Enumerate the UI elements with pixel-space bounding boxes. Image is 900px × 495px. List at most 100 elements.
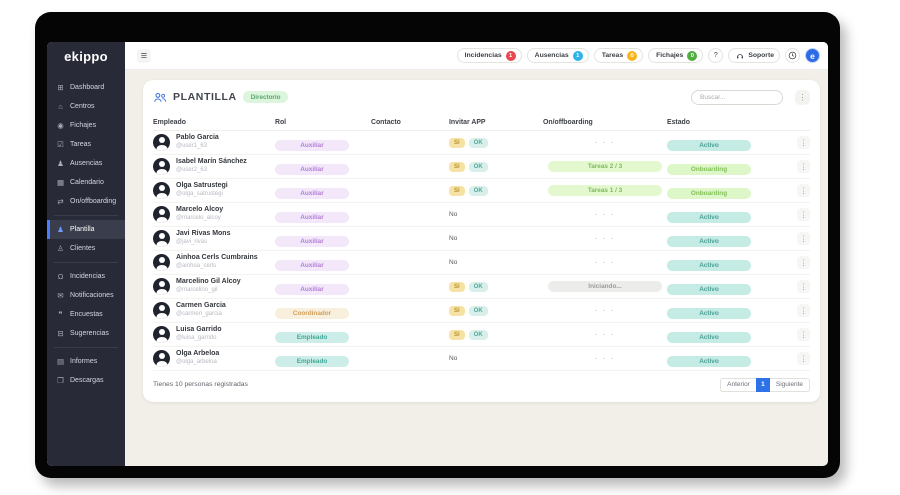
table-row[interactable]: Olga Arbeloa@olga_arbeloaEmpleadoNo- - -… — [153, 347, 810, 371]
encuestas-icon: ❞ — [56, 311, 65, 319]
estado-pill: Activo — [667, 332, 751, 343]
counter-badge: 1 — [573, 51, 583, 61]
sidebar-item-informes[interactable]: ▤Informes — [47, 352, 125, 371]
col-empleado: Empleado — [153, 119, 275, 126]
sidebar-item-incidencias[interactable]: ΩIncidencias — [47, 267, 125, 286]
sidebar: ekippo ⊞Dashboard⌂Centros◉Fichajes☑Tarea… — [47, 42, 125, 466]
sidebar-item-label: On/offboarding — [70, 198, 116, 205]
pagination-page-1[interactable]: 1 — [756, 378, 770, 392]
employee-name: Carmen Garcia — [176, 302, 226, 311]
invitar-ok-badge: OK — [469, 306, 488, 316]
sidebar-item-plantilla[interactable]: ♟Plantilla — [47, 220, 125, 239]
row-menu-button[interactable]: ⋮ — [797, 232, 810, 245]
table-row[interactable]: Javi Rivas Mons@javi_rivasAuxiliarNo- - … — [153, 227, 810, 251]
notificaciones-icon: ✉ — [56, 292, 65, 300]
topbar: ≡ Incidencias1Ausencias1Tareas0Fichajes0… — [125, 42, 828, 70]
table-row[interactable]: Pablo Garcia@user1_63AuxiliarSiOK- - -Ac… — [153, 131, 810, 155]
sidebar-item-calendario[interactable]: ▦Calendario — [47, 173, 125, 192]
incidencias-counter-button[interactable]: Incidencias1 — [457, 48, 522, 63]
employee-username: @olga_satrustegi — [176, 191, 228, 199]
sidebar-item-clientes[interactable]: ♙Clientes — [47, 239, 125, 258]
ekippo-mark-icon: e — [810, 51, 815, 61]
invitar-no-label: No — [449, 211, 457, 218]
pagination-next-button[interactable]: Siguiente — [770, 378, 810, 392]
onoffboarding-empty: - - - — [595, 260, 614, 266]
sidebar-item-descargas[interactable]: ❐Descargas — [47, 371, 125, 390]
row-menu-button[interactable]: ⋮ — [797, 184, 810, 197]
sidebar-item-tareas[interactable]: ☑Tareas — [47, 135, 125, 154]
row-menu-button[interactable]: ⋮ — [797, 304, 810, 317]
employee-names: Javi Rivas Mons@javi_rivas — [176, 230, 230, 246]
app-window: ekippo ⊞Dashboard⌂Centros◉Fichajes☑Tarea… — [47, 42, 828, 466]
page-title: PLANTILLA — [173, 91, 237, 103]
counter-badge: 0 — [687, 51, 697, 61]
row-menu-button[interactable]: ⋮ — [797, 280, 810, 293]
sidebar-item-label: Dashboard — [70, 84, 104, 91]
invitar-app-cell: Si OK — [449, 306, 543, 316]
sidebar-item-fichajes[interactable]: ◉Fichajes — [47, 116, 125, 135]
sidebar-item-label: Descargas — [70, 377, 103, 384]
employee-cell: Pablo Garcia@user1_63 — [153, 134, 275, 151]
table-row[interactable]: Marcelo Alcoy@marcelo_alcoyAuxiliarNo- -… — [153, 203, 810, 227]
sidebar-item-notificaciones[interactable]: ✉Notificaciones — [47, 286, 125, 305]
avatar — [153, 278, 170, 295]
onoffboarding-cell: - - - — [543, 236, 667, 242]
search-input[interactable] — [691, 90, 783, 105]
sidebar-item-ausencias[interactable]: ♟Ausencias — [47, 154, 125, 173]
sidebar-item-sugerencias[interactable]: ⊟Sugerencias — [47, 324, 125, 343]
row-menu-button[interactable]: ⋮ — [797, 328, 810, 341]
row-menu-button[interactable]: ⋮ — [797, 208, 810, 221]
invitar-si-badge: Si — [449, 282, 465, 292]
plantilla-icon: ♟ — [56, 226, 65, 234]
invitar-no-label: No — [449, 235, 457, 242]
ausencias-counter-button[interactable]: Ausencias1 — [527, 48, 589, 63]
employee-names: Olga Satrustegi@olga_satrustegi — [176, 182, 228, 198]
informes-icon: ▤ — [56, 358, 65, 366]
help-button[interactable]: ? — [708, 48, 723, 63]
estado-cell: Activo — [667, 326, 795, 344]
counter-label: Incidencias — [465, 52, 502, 59]
tareas-counter-button[interactable]: Tareas0 — [594, 48, 643, 63]
col-onoffboarding: On/offboarding — [543, 119, 667, 126]
col-estado: Estado — [667, 119, 795, 126]
sidebar-item-centros[interactable]: ⌂Centros — [47, 97, 125, 116]
row-menu-button[interactable]: ⋮ — [797, 136, 810, 149]
employee-username: @olga_arbeloa — [176, 359, 219, 367]
invitar-si-badge: Si — [449, 162, 465, 172]
sidebar-item-dashboard[interactable]: ⊞Dashboard — [47, 78, 125, 97]
centros-icon: ⌂ — [56, 103, 65, 111]
employee-username: @javi_rivas — [176, 239, 230, 247]
sidebar-item-on-offboarding[interactable]: ⇄On/offboarding — [47, 192, 125, 211]
invitar-si-badge: Si — [449, 306, 465, 316]
employee-name: Marcelo Alcoy — [176, 206, 223, 215]
clientes-icon: ♙ — [56, 245, 65, 253]
row-menu-button[interactable]: ⋮ — [797, 256, 810, 269]
fichajes-counter-button[interactable]: Fichajes0 — [648, 48, 703, 63]
soporte-button[interactable]: Soporte — [728, 48, 780, 63]
card-menu-button[interactable]: ⋮ — [795, 90, 810, 105]
row-menu-button[interactable]: ⋮ — [797, 160, 810, 173]
col-rol: Rol — [275, 119, 371, 126]
sidebar-item-encuestas[interactable]: ❞Encuestas — [47, 305, 125, 324]
table-row[interactable]: Ainhoa Cerls Cumbrains@ainhoa_cerlsAuxil… — [153, 251, 810, 275]
employee-name: Olga Arbeloa — [176, 350, 219, 359]
counter-badge: 0 — [627, 51, 637, 61]
headset-icon — [736, 52, 744, 60]
table-row[interactable]: Luisa Garrido@luisa_garridoEmpleadoSiOK-… — [153, 323, 810, 347]
sidebar-item-label: Ausencias — [70, 160, 102, 167]
pagination-prev-button[interactable]: Anterior — [720, 378, 756, 392]
clock-button[interactable] — [785, 48, 800, 63]
row-menu-button[interactable]: ⋮ — [797, 352, 810, 365]
rol-cell: Auxiliar — [275, 182, 371, 200]
table-row[interactable]: Marcelino Gil Alcoy@marcelino_gilAuxilia… — [153, 275, 810, 299]
rol-pill: Auxiliar — [275, 140, 349, 151]
table-row[interactable]: Isabel Marín Sánchez@user2_63AuxiliarSiO… — [153, 155, 810, 179]
fichajes-icon: ◉ — [56, 122, 65, 130]
menu-icon[interactable]: ≡ — [137, 49, 151, 63]
table-row[interactable]: Olga Satrustegi@olga_satrustegiAuxiliarS… — [153, 179, 810, 203]
account-avatar[interactable]: e — [805, 48, 820, 63]
estado-cell: Activo — [667, 278, 795, 296]
table-row[interactable]: Carmen Garcia@carmen_garciaCoordinadorSi… — [153, 299, 810, 323]
employee-cell: Isabel Marín Sánchez@user2_63 — [153, 158, 275, 175]
estado-pill: Activo — [667, 212, 751, 223]
